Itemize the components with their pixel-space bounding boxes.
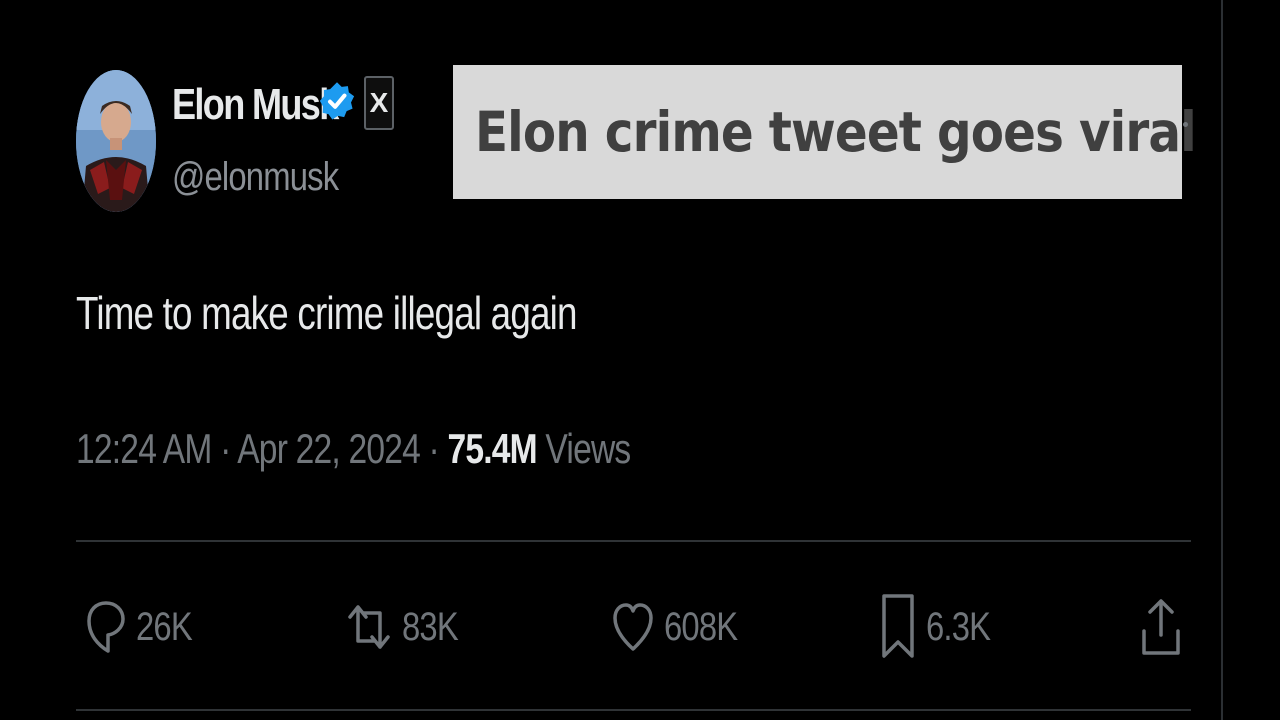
share-icon bbox=[1142, 599, 1180, 655]
share-button[interactable] bbox=[1140, 592, 1182, 662]
more-options-icon[interactable] bbox=[1183, 122, 1188, 127]
bookmark-count: 6.3K bbox=[926, 604, 991, 649]
x-affiliation-badge-icon[interactable]: X bbox=[364, 76, 394, 130]
repost-button[interactable]: 83K bbox=[346, 592, 470, 662]
column-divider bbox=[1221, 0, 1223, 720]
author-handle[interactable]: @elonmusk bbox=[172, 155, 339, 200]
tweet-time[interactable]: 12:24 AM bbox=[76, 425, 212, 472]
verified-badge-icon bbox=[318, 76, 356, 132]
divider-top bbox=[76, 540, 1191, 542]
tweet-date[interactable]: Apr 22, 2024 bbox=[237, 425, 421, 472]
views-count[interactable]: 75.4M bbox=[447, 425, 537, 472]
reply-count: 26K bbox=[136, 604, 193, 649]
meta-separator: · bbox=[428, 425, 440, 472]
caption-overlay: Elon crime tweet goes viral bbox=[453, 65, 1197, 199]
like-button[interactable]: 608K bbox=[612, 592, 753, 662]
reply-button[interactable]: 26K bbox=[86, 592, 204, 662]
avatar[interactable] bbox=[76, 70, 156, 212]
caption-text: Elon crime tweet goes viral bbox=[475, 100, 1197, 164]
repost-count: 83K bbox=[402, 604, 459, 649]
repost-icon bbox=[348, 605, 390, 649]
heart-icon bbox=[613, 603, 653, 651]
reply-icon bbox=[87, 601, 125, 653]
bookmark-button[interactable]: 6.3K bbox=[880, 592, 1004, 662]
bookmark-icon bbox=[882, 594, 914, 658]
divider-bottom bbox=[76, 709, 1191, 711]
views-label: Views bbox=[545, 425, 631, 472]
tweet-meta: 12:24 AM · Apr 22, 2024 · 75.4M Views bbox=[76, 425, 631, 473]
tweet-screenshot: Elon Musk X @elonmusk Elon crime tweet g… bbox=[0, 0, 1280, 720]
avatar-image bbox=[76, 70, 156, 212]
tweet-text: Time to make crime illegal again bbox=[76, 287, 578, 339]
meta-separator: · bbox=[220, 425, 231, 472]
like-count: 608K bbox=[664, 604, 738, 649]
author-name[interactable]: Elon Musk bbox=[172, 80, 339, 130]
